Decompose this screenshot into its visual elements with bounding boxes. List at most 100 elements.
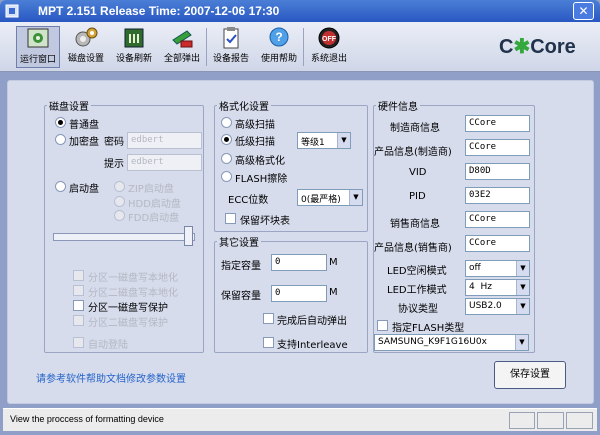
chevron-down-icon: ▼ — [349, 190, 362, 205]
status-bar: View the proccess of formatting device — [3, 408, 597, 431]
interleave-label: 支持Interleave — [277, 340, 348, 351]
toolbar-device-report-button[interactable]: 设备报告 — [209, 26, 253, 68]
reserve-label: 保留容量 — [221, 291, 261, 302]
manufacturer-field[interactable]: CCore — [465, 115, 530, 132]
group-legend: 格式化设置 — [219, 102, 269, 113]
app-icon — [5, 4, 19, 18]
chevron-down-icon: ▼ — [516, 299, 529, 314]
chevron-down-icon: ▼ — [516, 261, 529, 276]
help-doc-link[interactable]: 请参考软件帮助文档修改参数设置 — [36, 370, 186, 385]
flash-type-select[interactable]: SAMSUNG_K9F1G16U0x ▼ — [374, 334, 529, 351]
chevron-down-icon: ▼ — [515, 335, 528, 350]
toolbar-label: 设备刷新 — [115, 54, 152, 64]
flash-type-checkbox[interactable] — [377, 320, 388, 331]
status-panel — [537, 412, 564, 429]
low-scan-radio[interactable] — [221, 134, 232, 145]
hdd-boot-radio[interactable] — [114, 196, 125, 207]
eject-all-icon — [172, 30, 193, 48]
encrypted-disk-radio[interactable] — [55, 134, 66, 145]
zip-boot-radio[interactable] — [114, 181, 125, 192]
protocol-select[interactable]: USB2.0 ▼ — [465, 298, 530, 315]
flash-erase-radio[interactable] — [221, 171, 232, 182]
auto-eject-checkbox[interactable] — [263, 313, 274, 324]
chevron-down-icon: ▼ — [516, 280, 529, 295]
flash-type-value: SAMSUNG_K9F1G16U0x — [378, 337, 487, 347]
reserve-unit: M — [329, 287, 338, 298]
toolbar-separator — [303, 28, 304, 66]
help-icon: ? — [269, 27, 289, 47]
toolbar-exit-button[interactable]: OFF 系统退出 — [306, 26, 352, 68]
hdd-boot-label: HDD启动盘 — [128, 199, 181, 210]
status-text: View the proccess of formatting device — [10, 414, 164, 424]
vid-field[interactable]: D80D — [465, 163, 530, 180]
partition2-write-protect-checkbox[interactable] — [73, 315, 84, 326]
ecc-select[interactable]: 0(最严格) ▼ — [297, 189, 363, 206]
pid-field[interactable]: 03E2 — [465, 187, 530, 204]
toolbar: 运行窗口 磁盘设置 设备刷新 全部弹出 设备报告 ? 使用帮助 OFF 系统退出… — [0, 22, 600, 72]
keep-bad-blocks-checkbox[interactable] — [225, 213, 236, 224]
vendor-field[interactable]: CCore — [465, 211, 530, 228]
toolbar-label: 系统退出 — [310, 54, 347, 64]
toolbar-label: 设备报告 — [212, 54, 249, 64]
keep-bad-blocks-label: 保留坏块表 — [240, 216, 290, 227]
interleave-checkbox[interactable] — [263, 337, 274, 348]
group-legend: 磁盘设置 — [49, 102, 89, 113]
run-window-icon — [27, 28, 49, 48]
partition2-localize-checkbox[interactable] — [73, 285, 84, 296]
scan-level-select[interactable]: 等级1 ▼ — [297, 132, 351, 149]
group-legend: 硬件信息 — [378, 102, 418, 113]
auto-login-checkbox[interactable] — [73, 337, 84, 348]
toolbar-label: 磁盘设置 — [67, 54, 104, 64]
product-manufacturer-field[interactable]: CCore — [465, 139, 530, 156]
toolbar-run-window-button[interactable]: 运行窗口 — [16, 26, 60, 68]
hint-field[interactable]: edbert — [127, 154, 202, 171]
device-refresh-icon — [124, 28, 144, 48]
password-field[interactable]: edbert — [127, 132, 202, 149]
hint-label: 提示 — [104, 159, 124, 170]
led-work-label: LED工作模式 — [387, 285, 447, 296]
partition1-localize-checkbox[interactable] — [73, 270, 84, 281]
manufacturer-label: 制造商信息 — [390, 123, 440, 134]
window-title: MPT 2.151 Release Time: 2007-12-06 17:30 — [38, 4, 280, 18]
group-legend: 其它设置 — [219, 238, 259, 249]
close-button[interactable]: ✕ — [573, 2, 594, 20]
boot-disk-radio[interactable] — [55, 181, 66, 192]
capacity-unit: M — [329, 257, 338, 268]
advanced-scan-radio[interactable] — [221, 117, 232, 128]
disk-settings-icon — [75, 27, 98, 47]
status-panel — [566, 412, 593, 429]
toolbar-label: 使用帮助 — [260, 54, 297, 64]
reserve-field[interactable]: 0 — [271, 285, 327, 302]
speed-slider-track[interactable] — [53, 233, 195, 241]
toolbar-eject-all-button[interactable]: 全部弹出 — [160, 26, 204, 68]
fdd-boot-label: FDD启动盘 — [128, 213, 180, 224]
advanced-format-radio[interactable] — [221, 153, 232, 164]
led-idle-select[interactable]: off ▼ — [465, 260, 530, 277]
pid-label: PID — [409, 191, 426, 202]
fdd-boot-radio[interactable] — [114, 210, 125, 221]
speed-slider-thumb[interactable] — [184, 226, 193, 246]
led-idle-label: LED空闲模式 — [387, 266, 447, 277]
svg-text:?: ? — [275, 30, 282, 44]
auto-eject-label: 完成后自动弹出 — [277, 316, 347, 327]
chevron-down-icon: ▼ — [337, 133, 350, 148]
app-window: MPT 2.151 Release Time: 2007-12-06 17:30… — [0, 0, 600, 435]
led-idle-value: off — [469, 263, 481, 273]
save-settings-button[interactable]: 保存设置 — [494, 361, 566, 389]
normal-disk-radio[interactable] — [55, 117, 66, 128]
capacity-field[interactable]: 0 — [271, 254, 327, 271]
led-work-select[interactable]: 4 Hz ▼ — [465, 279, 530, 296]
vid-label: VID — [409, 167, 427, 178]
product-vendor-field[interactable]: CCore — [465, 235, 530, 252]
flash-type-label: 指定FLASH类型 — [392, 323, 465, 334]
toolbar-disk-settings-button[interactable]: 磁盘设置 — [64, 26, 108, 68]
toolbar-label: 全部弹出 — [163, 54, 200, 64]
toolbar-device-refresh-button[interactable]: 设备刷新 — [112, 26, 156, 68]
svg-text:OFF: OFF — [322, 36, 337, 43]
scan-level-value: 等级1 — [301, 138, 325, 148]
toolbar-help-button[interactable]: ? 使用帮助 — [257, 26, 301, 68]
toolbar-separator — [206, 28, 207, 66]
vendor-label: 销售商信息 — [390, 219, 440, 230]
partition1-write-protect-checkbox[interactable] — [73, 300, 84, 311]
status-panel — [509, 412, 535, 429]
